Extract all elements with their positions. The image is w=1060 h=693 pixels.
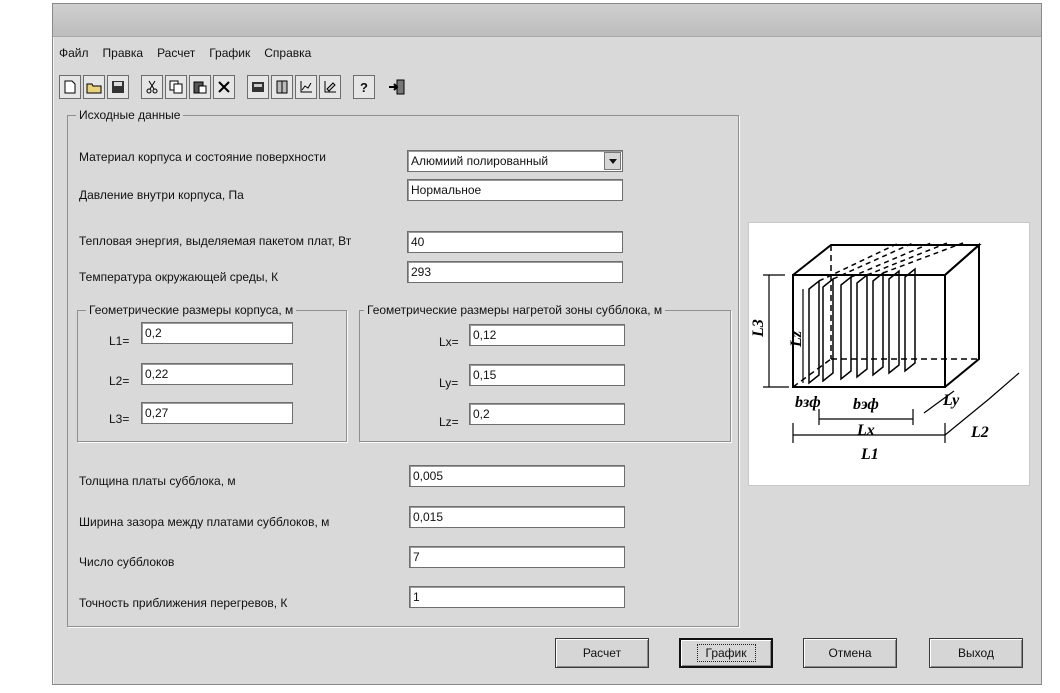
cancel-button[interactable]: Отмена xyxy=(803,638,897,668)
bef-dim-label: bэф xyxy=(853,396,879,413)
accuracy-field[interactable]: 1 xyxy=(409,586,625,608)
count-label: Число субблоков xyxy=(79,555,175,569)
count-field[interactable]: 7 xyxy=(409,546,625,568)
menu-help[interactable]: Справка xyxy=(262,44,313,64)
lz-field[interactable]: 0,2 xyxy=(469,403,625,425)
ly-label: Ly= xyxy=(439,376,459,390)
save-icon[interactable] xyxy=(107,75,129,99)
accuracy-label: Точность приближения перегревов, К xyxy=(79,596,288,610)
lz-label: Lz= xyxy=(439,415,459,429)
cancel-button-label: Отмена xyxy=(828,646,872,660)
menu-chart[interactable]: График xyxy=(207,44,252,64)
l3-field[interactable]: 0,27 xyxy=(141,402,293,424)
l2-dim-label: L2 xyxy=(970,424,989,441)
l2-label: L2= xyxy=(109,374,130,388)
l2-field[interactable]: 0,22 xyxy=(141,363,293,385)
case-dims-legend: Геометрические размеры корпуса, м xyxy=(86,303,297,317)
temperature-label: Температура окружающей среды, К xyxy=(79,270,279,284)
material-label: Материал корпуса и состояние поверхности xyxy=(79,150,326,164)
case-diagram: L3 Lz bзф bэф Lx Ly L1 L2 xyxy=(748,222,1030,486)
case-diagram-drawing: L3 Lz bзф bэф Lx Ly L1 L2 xyxy=(750,242,1020,463)
zone-dims-legend: Геометрические размеры нагретой зоны суб… xyxy=(364,303,666,317)
source-data-legend: Исходные данные xyxy=(76,108,184,122)
exit-button-label: Выход xyxy=(958,646,994,660)
delete-icon[interactable] xyxy=(213,75,235,99)
lx-label: Lx= xyxy=(439,335,459,349)
toolbar: ? xyxy=(59,72,409,102)
paste-icon[interactable] xyxy=(189,75,211,99)
l1-label: L1= xyxy=(109,334,130,348)
thickness-field[interactable]: 0,005 xyxy=(409,465,625,487)
book-icon[interactable] xyxy=(271,75,293,99)
gap-label: Ширина зазора между платами субблоков, м xyxy=(79,515,330,529)
temperature-field[interactable]: 293 xyxy=(407,261,623,283)
table-icon[interactable] xyxy=(247,75,269,99)
help-icon[interactable]: ? xyxy=(353,75,375,99)
ly-field[interactable]: 0,15 xyxy=(469,364,625,386)
thickness-label: Толщина платы субблока, м xyxy=(79,474,236,488)
pressure-field[interactable]: Нормальное xyxy=(407,179,623,201)
bzf-dim-label: bзф xyxy=(795,394,821,411)
new-file-icon[interactable] xyxy=(59,75,81,99)
material-select[interactable]: Алюмиий полированный xyxy=(407,150,623,172)
chart-button[interactable]: График xyxy=(679,638,773,668)
l3-label: L3= xyxy=(109,412,130,426)
exit-button[interactable]: Выход xyxy=(929,638,1023,668)
title-bar xyxy=(53,4,1041,37)
exit-icon[interactable] xyxy=(387,76,407,98)
chart-icon[interactable] xyxy=(295,75,317,99)
pressure-label: Давление внутри корпуса, Па xyxy=(79,188,244,202)
gap-field[interactable]: 0,015 xyxy=(409,506,625,528)
material-select-value: Алюмиий полированный xyxy=(411,154,549,168)
cut-icon[interactable] xyxy=(141,75,163,99)
menu-bar: Файл Правка Расчет График Справка xyxy=(57,44,313,64)
chevron-down-icon[interactable] xyxy=(604,152,621,170)
lx-dim-label: Lx xyxy=(856,422,875,439)
heat-label: Тепловая энергия, выделяемая пакетом пла… xyxy=(79,234,352,248)
open-folder-icon[interactable] xyxy=(83,75,105,99)
l1-field[interactable]: 0,2 xyxy=(141,322,293,344)
calc-button[interactable]: Расчет xyxy=(555,638,649,668)
chart-button-label: График xyxy=(696,644,756,662)
menu-file[interactable]: Файл xyxy=(57,44,91,64)
lx-field[interactable]: 0,12 xyxy=(469,324,625,346)
l1-dim-label: L1 xyxy=(860,446,879,463)
menu-edit[interactable]: Правка xyxy=(101,44,146,64)
ly-dim-label: Ly xyxy=(942,392,960,409)
copy-icon[interactable] xyxy=(165,75,187,99)
l3-dim-label: L3 xyxy=(750,319,767,338)
calc-button-label: Расчет xyxy=(582,646,622,660)
lz-dim-label: Lz xyxy=(788,330,805,348)
menu-calc[interactable]: Расчет xyxy=(155,44,197,64)
heat-field[interactable]: 40 xyxy=(407,231,623,253)
chart-edit-icon[interactable] xyxy=(319,75,341,99)
